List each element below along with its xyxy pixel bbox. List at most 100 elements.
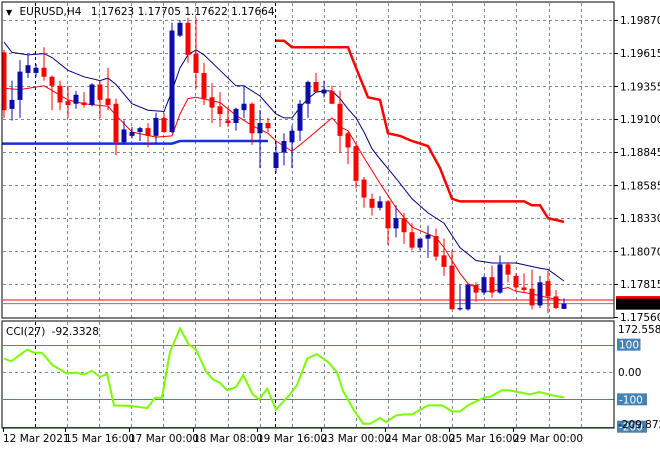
- candle-body: [241, 103, 247, 111]
- candle-body: [521, 287, 527, 291]
- time-axis-label: 25 Mar 16:00: [449, 433, 519, 445]
- candle-body: [281, 141, 287, 153]
- cci-min-label: -209.8728: [618, 419, 660, 431]
- candle-body: [81, 102, 87, 106]
- candle-body: [153, 117, 159, 136]
- candle-body: [249, 103, 255, 134]
- candle-body: [73, 94, 79, 104]
- candle-body: [537, 282, 543, 306]
- candle-body: [49, 76, 55, 86]
- symbol-label: EURUSD,H4: [20, 6, 82, 18]
- candle-body: [57, 85, 63, 103]
- price-axis-label: 1.18845: [620, 147, 660, 159]
- candle-body: [97, 84, 103, 100]
- time-axis-label: 18 Mar 08:00: [193, 433, 263, 445]
- price-axis-label: 1.18585: [620, 180, 660, 192]
- candle-body: [161, 117, 167, 133]
- candle-body: [505, 264, 511, 275]
- bullish-candle: [89, 83, 95, 107]
- time-axis-label: 15 Mar 16:00: [65, 433, 135, 445]
- candle-body: [481, 277, 487, 293]
- candle-body: [113, 103, 119, 143]
- candle-body: [465, 284, 471, 310]
- candle-body: [321, 89, 327, 94]
- candle-body: [353, 146, 359, 181]
- candle-body: [393, 218, 399, 229]
- cci-max-label: 172.5585: [618, 324, 660, 336]
- time-axis-label: 24 Mar 08:00: [385, 433, 455, 445]
- cci-zero-label: 0.00: [618, 367, 641, 379]
- candle-body: [177, 22, 183, 36]
- candle-body: [305, 81, 311, 104]
- bullish-candle: [465, 283, 471, 311]
- time-axis-label: 29 Mar 00:00: [513, 433, 583, 445]
- candle-body: [225, 120, 231, 124]
- candle-body: [185, 22, 191, 55]
- candle-body: [17, 71, 23, 100]
- candle-body: [489, 277, 495, 293]
- candle-body: [145, 128, 151, 136]
- candle-body: [257, 123, 263, 134]
- price-axis-label: 1.18070: [620, 246, 660, 258]
- candle-body: [289, 130, 295, 143]
- candle-body: [217, 106, 223, 115]
- cci-level-label: 100: [619, 340, 639, 352]
- candle-body: [369, 198, 375, 208]
- candle-body: [473, 284, 479, 293]
- candle-body: [377, 201, 383, 208]
- price-axis-label: 1.17815: [620, 279, 660, 291]
- cci-legend: CCI(27) -92.3328: [6, 326, 99, 338]
- bullish-candle: [481, 275, 487, 296]
- candle-body: [265, 123, 271, 129]
- candle-body: [65, 101, 71, 106]
- candle-body: [513, 275, 519, 288]
- cci-level-label: -100: [619, 394, 643, 406]
- candle-body: [105, 98, 111, 106]
- candle-body: [129, 132, 135, 136]
- time-axis-label: 17 Mar 00:00: [129, 433, 199, 445]
- price-axis-label: 1.19870: [620, 15, 660, 27]
- cci-current-value: -92.3328: [52, 326, 99, 338]
- candle-body: [273, 152, 279, 168]
- candle-body: [529, 288, 535, 306]
- time-axis-label: 19 Mar 16:00: [257, 433, 327, 445]
- candle-body: [385, 201, 391, 229]
- candle-body: [329, 90, 335, 104]
- bullish-candle: [169, 22, 175, 134]
- time-axis-label: 23 Mar 00:00: [321, 433, 391, 445]
- candle-body: [449, 265, 455, 310]
- candle-body: [553, 296, 559, 309]
- candle-body: [193, 53, 199, 73]
- cci-title: CCI(27): [6, 326, 45, 338]
- candle-body: [433, 236, 439, 257]
- candle-body: [89, 84, 95, 106]
- price-chart[interactable]: 1.19870 1.19615 1.19355 1.19100 1.18845 1.185…: [0, 0, 660, 450]
- candle-body: [33, 67, 39, 73]
- candle-body: [457, 308, 463, 310]
- candle-body: [401, 218, 407, 233]
- candle-body: [41, 67, 47, 77]
- candle-body: [425, 234, 431, 239]
- candle-body: [441, 255, 447, 267]
- candle-body: [545, 281, 551, 297]
- candle-body: [137, 128, 143, 133]
- candle-body: [169, 30, 175, 133]
- candle-body: [417, 238, 423, 248]
- time-axis-label: 12 Mar 2021: [3, 433, 70, 445]
- price-axis-label: 1.17560: [620, 312, 660, 324]
- candle-body: [9, 99, 15, 109]
- bid-price-label: 1.17664: [619, 299, 660, 311]
- menu-arrow-icon[interactable]: ▼: [6, 8, 13, 17]
- price-axis-label: 1.18330: [620, 213, 660, 225]
- ohlc-values: 1.17623 1.17705 1.17622 1.17664: [91, 6, 275, 18]
- candle-body: [409, 232, 415, 248]
- candle-body: [233, 108, 239, 124]
- candle-body: [121, 129, 127, 143]
- price-axis-label: 1.19615: [620, 48, 660, 60]
- candle-body: [201, 72, 207, 99]
- price-axis-label: 1.19355: [620, 81, 660, 93]
- candle-body: [297, 103, 303, 131]
- candle-body: [561, 303, 567, 309]
- candle-body: [209, 97, 215, 108]
- price-axis-label: 1.19100: [620, 114, 660, 126]
